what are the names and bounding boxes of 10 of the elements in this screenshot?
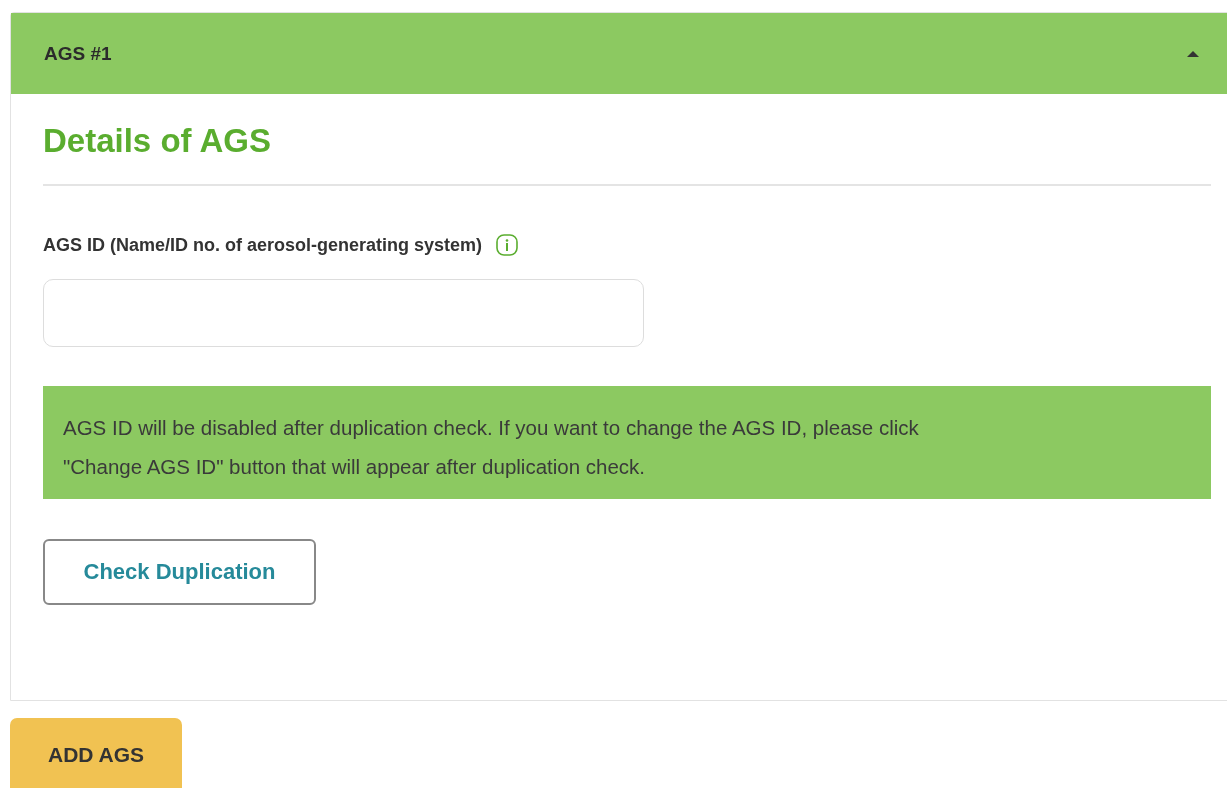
panel-title: AGS #1 bbox=[44, 42, 112, 65]
field-label: AGS ID (Name/ID no. of aerosol-generating system) bbox=[43, 234, 483, 256]
notice-text: AGS ID will be disabled after duplication check. If you want to change the AGS ID, please click bbox=[63, 415, 919, 441]
notice-text: "Change AGS ID" button that will appear after duplication check. bbox=[63, 454, 646, 480]
add-ags-button[interactable]: ADD AGS bbox=[10, 718, 182, 788]
check-duplication-button[interactable]: Check Duplication bbox=[43, 539, 316, 605]
ags-id-input[interactable] bbox=[43, 279, 644, 347]
accordion-header[interactable]: AGS #1 bbox=[11, 13, 1227, 94]
info-icon[interactable] bbox=[496, 234, 519, 256]
section-heading: Details of AGS bbox=[43, 122, 272, 160]
